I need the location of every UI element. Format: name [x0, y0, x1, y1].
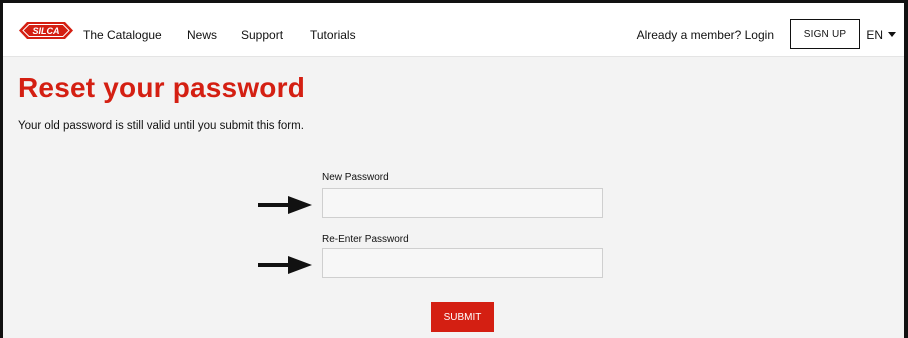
- nav-item-support[interactable]: Support: [241, 28, 283, 42]
- logo-text: SILCA: [33, 26, 60, 36]
- new-password-label: New Password: [322, 172, 389, 183]
- reenter-password-input[interactable]: [322, 248, 603, 278]
- page-subtitle: Your old password is still valid until y…: [18, 120, 304, 132]
- language-label: EN: [866, 28, 883, 42]
- nav-item-news[interactable]: News: [187, 28, 217, 42]
- page-title: Reset your password: [18, 72, 305, 103]
- sign-up-button[interactable]: SIGN UP: [790, 19, 860, 49]
- reenter-password-label: Re-Enter Password: [322, 234, 409, 245]
- silca-logo[interactable]: SILCA: [19, 22, 73, 39]
- site-header: SILCA The Catalogue News Support Tutoria…: [3, 3, 904, 57]
- caret-down-icon: [888, 32, 896, 37]
- arrow-right-icon: [258, 256, 312, 274]
- login-link[interactable]: Already a member? Login: [637, 28, 774, 42]
- new-password-input[interactable]: [322, 188, 603, 218]
- nav-item-tutorials[interactable]: Tutorials: [310, 28, 356, 42]
- nav-item-catalogue[interactable]: The Catalogue: [83, 28, 162, 42]
- arrow-right-icon: [258, 196, 312, 214]
- language-selector[interactable]: EN: [866, 28, 896, 42]
- submit-button[interactable]: SUBMIT: [431, 302, 494, 332]
